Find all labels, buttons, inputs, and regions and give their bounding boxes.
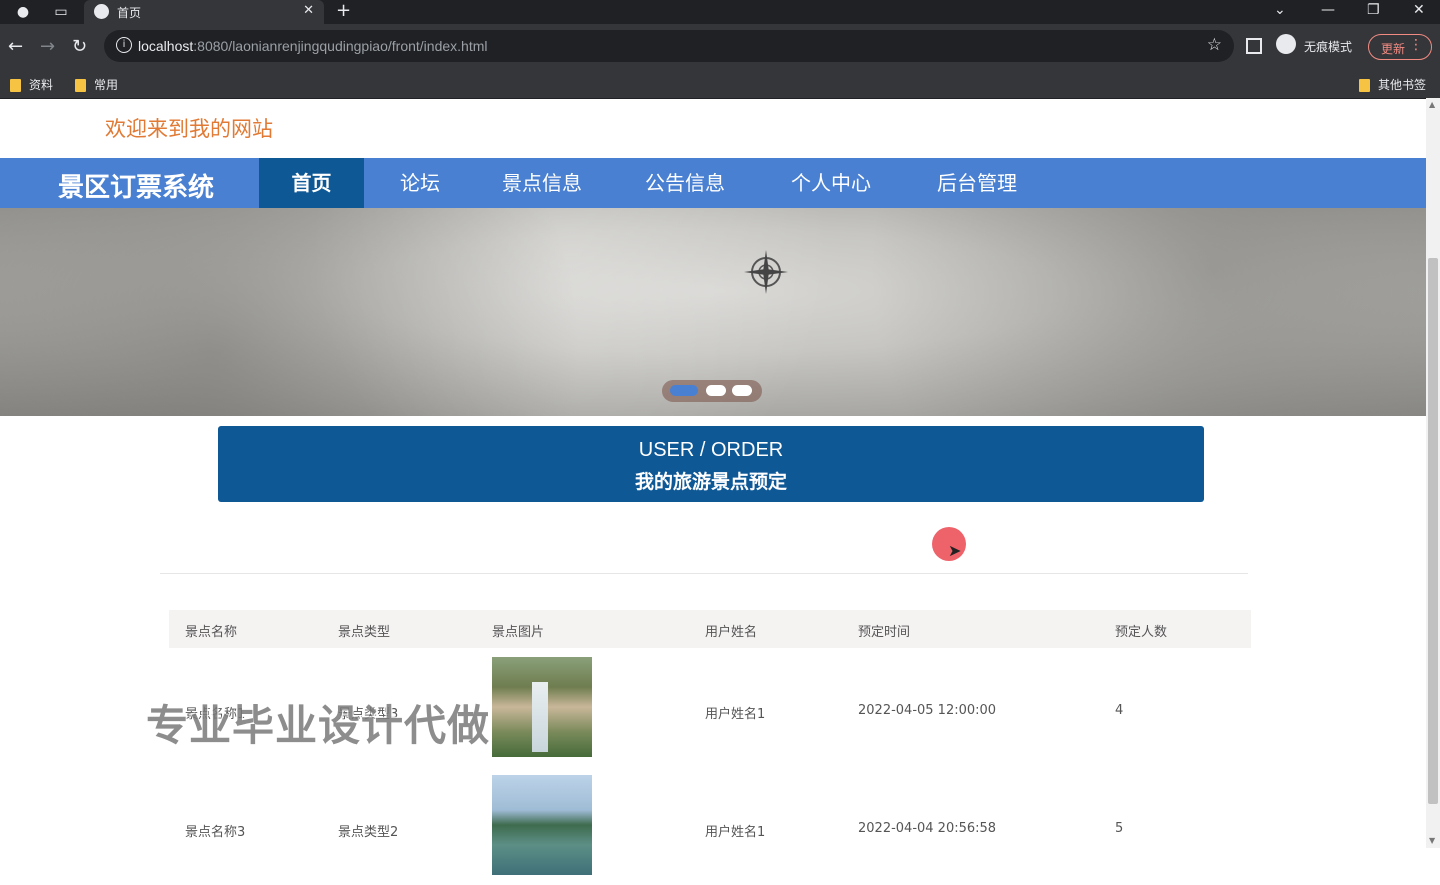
scrollbar-thumb[interactable]	[1428, 258, 1438, 804]
carousel-indicators	[662, 380, 762, 402]
divider	[160, 573, 1248, 574]
browser-tab-active[interactable]: 首页 ✕	[84, 0, 324, 24]
incognito-label[interactable]: 无痕模式	[1304, 38, 1352, 55]
minimize-icon[interactable]: —	[1321, 2, 1335, 18]
reload-icon[interactable]: ↻	[72, 36, 87, 57]
col-header-time: 预定时间	[858, 625, 911, 640]
scroll-down-icon[interactable]: ▼	[1429, 836, 1435, 845]
col-header-type: 景点类型	[338, 625, 391, 640]
back-icon[interactable]: ←	[8, 36, 23, 57]
more-menu-icon[interactable]: ⋮	[1409, 37, 1423, 53]
update-button[interactable]: 更新 ⋮	[1368, 34, 1432, 60]
compass-icon	[744, 250, 788, 294]
side-panel-icon[interactable]	[1246, 38, 1262, 54]
attraction-image[interactable]	[492, 775, 592, 875]
globe-icon	[94, 4, 109, 19]
nav-personal-center[interactable]: 个人中心	[771, 158, 891, 208]
cell-type: 景点类型2	[338, 825, 399, 840]
browser-tab-strip: ● ▭ 首页 ✕ + ⌄ — ❐ ✕	[0, 0, 1440, 24]
carousel-dot-3[interactable]	[732, 385, 752, 396]
cell-name: 景点名称3	[185, 825, 246, 840]
mouse-pointer-icon: ➤	[948, 541, 962, 560]
attraction-image[interactable]	[492, 657, 592, 757]
table-header: 景点名称 景点类型 景点图片 用户姓名 预定时间 预定人数	[169, 610, 1251, 648]
cell-time: 2022-04-04 20:56:58	[858, 821, 997, 836]
tab-search-icon[interactable]: ▭	[52, 3, 70, 21]
bookmark-folder-other[interactable]: 其他书签	[1359, 76, 1426, 93]
nav-admin[interactable]: 后台管理	[917, 158, 1037, 208]
watermark-overlay: 专业毕业设计代做	[146, 701, 491, 750]
carousel-dot-1[interactable]	[670, 385, 698, 396]
cell-user: 用户姓名1	[705, 707, 766, 722]
url-text[interactable]: localhost:8080/laonianrenjingqudingpiao/…	[138, 38, 487, 54]
col-header-count: 预定人数	[1115, 625, 1168, 640]
nav-attractions[interactable]: 景点信息	[482, 158, 602, 208]
folder-icon	[10, 79, 21, 92]
col-header-image: 景点图片	[492, 625, 545, 640]
bookmarks-bar: 资料 常用 其他书签	[0, 70, 1440, 99]
incognito-icon[interactable]	[1276, 34, 1296, 54]
cell-time: 2022-04-05 12:00:00	[858, 703, 997, 718]
scroll-up-icon[interactable]: ▲	[1429, 100, 1435, 109]
site-info-icon[interactable]: i	[116, 37, 132, 53]
cell-user: 用户姓名1	[705, 825, 766, 840]
bookmark-folder-changyong[interactable]: 常用	[75, 76, 118, 93]
bookmark-folder-ziliao[interactable]: 资料	[10, 76, 53, 93]
nav-home[interactable]: 首页	[259, 158, 364, 208]
browser-menu-globe-icon[interactable]: ●	[14, 3, 32, 21]
page-scrollbar[interactable]: ▲ ▼	[1426, 98, 1440, 848]
browser-toolbar: ← → ↻ i localhost:8080/laonianrenjingqud…	[0, 24, 1440, 70]
main-navbar: 景区订票系统 首页 论坛 景点信息 公告信息 个人中心 后台管理	[0, 158, 1426, 208]
forward-icon[interactable]: →	[40, 36, 55, 57]
tab-title: 首页	[117, 6, 142, 20]
restore-icon[interactable]: ❐	[1367, 2, 1380, 18]
tab-list-chevron-icon[interactable]: ⌄	[1274, 2, 1286, 18]
bookmark-star-icon[interactable]: ☆	[1207, 35, 1222, 55]
waterfall-shape	[532, 682, 548, 752]
close-window-icon[interactable]: ✕	[1413, 2, 1425, 18]
carousel-dot-2[interactable]	[706, 385, 726, 396]
welcome-text: 欢迎来到我的网站	[105, 117, 273, 141]
update-label: 更新	[1381, 42, 1406, 56]
address-bar[interactable]: i localhost:8080/laonianrenjingqudingpia…	[104, 30, 1234, 62]
close-tab-icon[interactable]: ✕	[303, 3, 314, 18]
nav-forum[interactable]: 论坛	[370, 158, 470, 208]
nav-announcements[interactable]: 公告信息	[625, 158, 745, 208]
folder-icon	[75, 79, 86, 92]
new-tab-icon[interactable]: +	[336, 0, 351, 21]
table-row[interactable]: 景点名称3 景点类型2 用户姓名1 2022-04-04 20:56:58 5	[169, 775, 1251, 885]
section-header: USER / ORDER 我的旅游景点预定	[218, 426, 1204, 502]
cell-count: 5	[1115, 821, 1124, 836]
site-brand[interactable]: 景区订票系统	[58, 167, 214, 204]
section-title-en: USER / ORDER	[638, 439, 784, 461]
cell-count: 4	[1115, 703, 1124, 718]
section-title-cn: 我的旅游景点预定	[634, 471, 787, 493]
folder-icon	[1359, 79, 1370, 92]
col-header-user: 用户姓名	[705, 625, 758, 640]
col-header-name: 景点名称	[185, 625, 238, 640]
